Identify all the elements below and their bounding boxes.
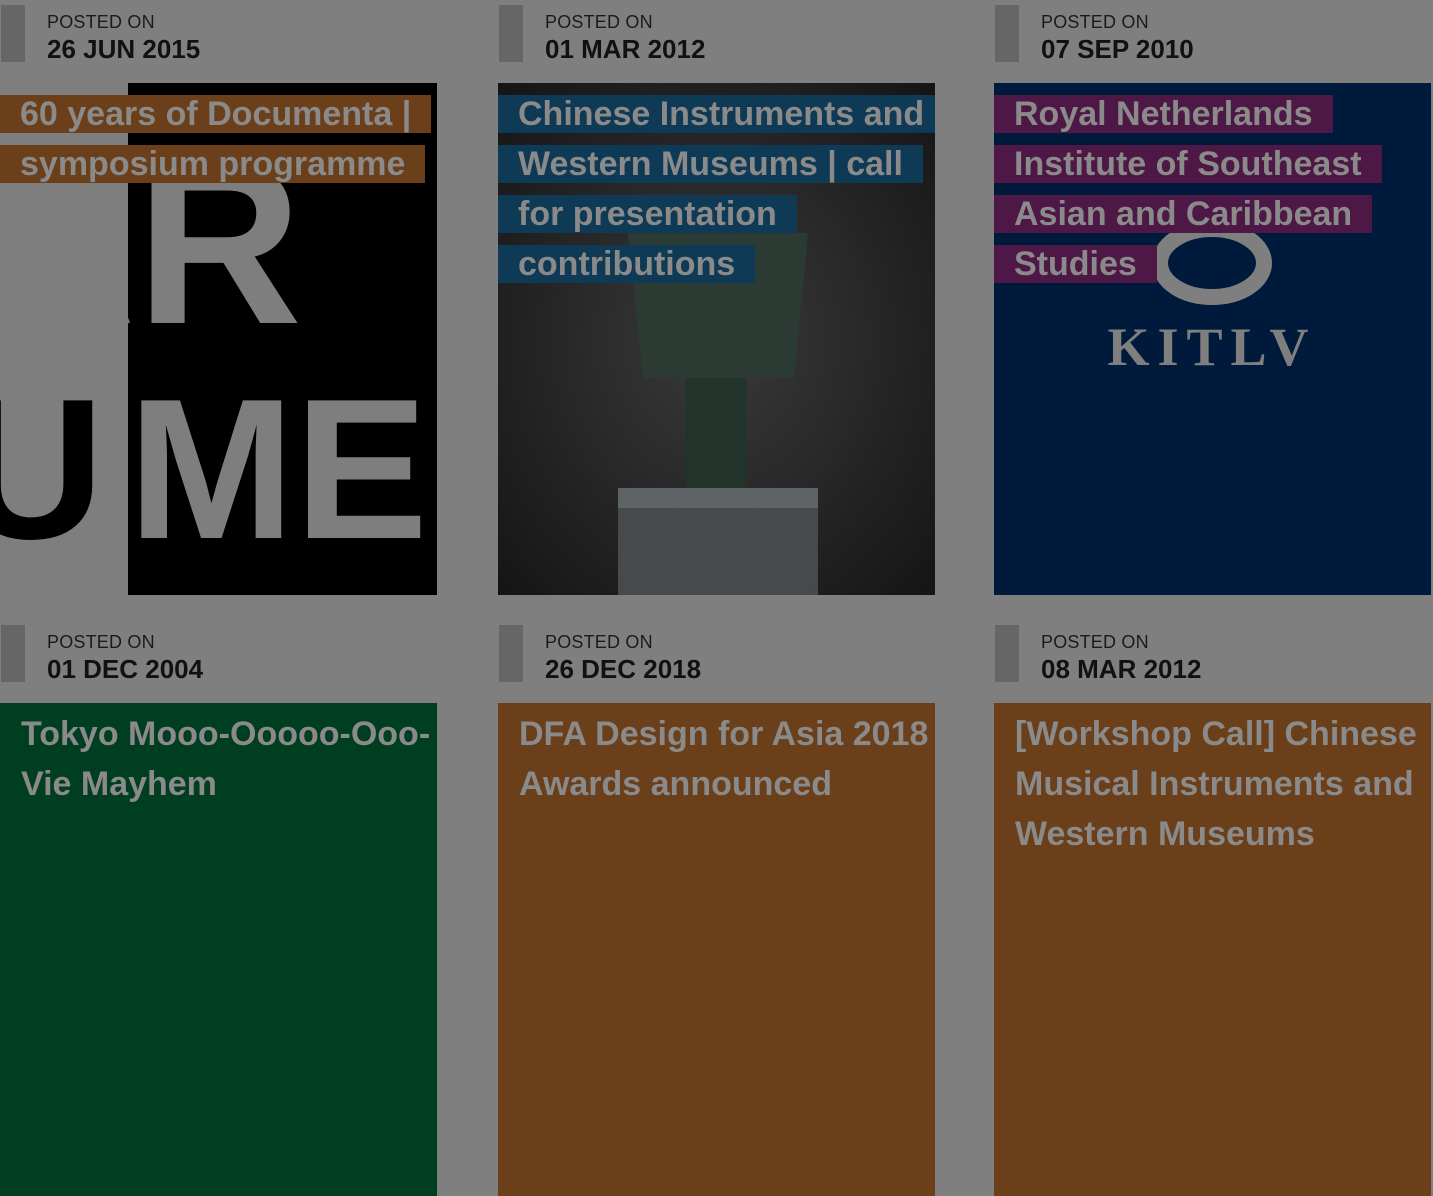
post-thumbnail-link[interactable]: KITLV Royal Netherlands Institute of Sou…: [994, 83, 1431, 595]
post-meta: POSTED ON 01 DEC 2004: [0, 620, 437, 684]
post-card[interactable]: POSTED ON 08 MAR 2012 [Workshop Call] Ch…: [994, 620, 1431, 1196]
meta-accent-bar: [1, 5, 25, 62]
post-meta: POSTED ON 07 SEP 2010: [994, 0, 1431, 64]
post-date: 01 DEC 2004: [47, 654, 204, 684]
post-date: 01 MAR 2012: [545, 34, 706, 64]
post-card[interactable]: POSTED ON 07 SEP 2010 KITLV Royal Nether…: [994, 0, 1431, 595]
posted-on-label: POSTED ON: [47, 12, 155, 32]
meta-accent-bar: [995, 625, 1019, 682]
post-date: 08 MAR 2012: [1041, 654, 1202, 684]
post-title[interactable]: Chinese Instruments and Western Museums …: [498, 89, 935, 289]
svg-text:U: U: [0, 358, 104, 581]
meta-accent-bar: [499, 5, 523, 62]
posted-on-label: POSTED ON: [1041, 632, 1149, 652]
post-card[interactable]: POSTED ON 01 DEC 2004 Tokyo Mooo-Ooooo-O…: [0, 620, 437, 1196]
post-thumbnail-link[interactable]: AR U ME 60 years of Documenta | symposiu…: [0, 83, 437, 595]
post-card[interactable]: POSTED ON 26 JUN 2015 AR U ME 60 years o…: [0, 0, 437, 595]
meta-accent-bar: [499, 625, 523, 682]
post-date: 07 SEP 2010: [1041, 34, 1194, 64]
post-title[interactable]: [Workshop Call] Chinese Musical Instrume…: [1015, 709, 1425, 859]
post-meta: POSTED ON 26 JUN 2015: [0, 0, 437, 64]
posted-on-label: POSTED ON: [545, 632, 653, 652]
svg-text:ME: ME: [128, 358, 428, 581]
post-title[interactable]: Tokyo Mooo-Ooooo-Ooo-Vie Mayhem: [21, 709, 431, 809]
post-meta: POSTED ON 01 MAR 2012: [498, 0, 935, 64]
post-title[interactable]: Royal Netherlands Institute of Southeast…: [994, 89, 1431, 289]
post-tile-link[interactable]: Tokyo Mooo-Ooooo-Ooo-Vie Mayhem: [0, 703, 437, 1196]
post-tile-link[interactable]: DFA Design for Asia 2018 Awards announce…: [498, 703, 935, 1196]
meta-accent-bar: [1, 625, 25, 682]
post-title[interactable]: DFA Design for Asia 2018 Awards announce…: [519, 709, 929, 809]
post-date: 26 JUN 2015: [47, 34, 201, 64]
meta-accent-bar: [995, 5, 1019, 62]
post-thumbnail-link[interactable]: Chinese Instruments and Western Museums …: [498, 83, 935, 595]
posted-on-label: POSTED ON: [47, 632, 155, 652]
posted-on-label: POSTED ON: [1041, 12, 1149, 32]
svg-text:KITLV: KITLV: [1107, 317, 1316, 377]
post-meta: POSTED ON 08 MAR 2012: [994, 620, 1431, 684]
posted-on-label: POSTED ON: [545, 12, 653, 32]
post-card[interactable]: POSTED ON 26 DEC 2018 DFA Design for Asi…: [498, 620, 935, 1196]
post-date: 26 DEC 2018: [545, 654, 702, 684]
post-meta: POSTED ON 26 DEC 2018: [498, 620, 935, 684]
post-title[interactable]: 60 years of Documenta | symposium progra…: [0, 89, 437, 189]
post-tile-link[interactable]: [Workshop Call] Chinese Musical Instrume…: [994, 703, 1431, 1196]
post-card[interactable]: POSTED ON 01 MAR 2012 Chinese Instrument…: [498, 0, 935, 595]
